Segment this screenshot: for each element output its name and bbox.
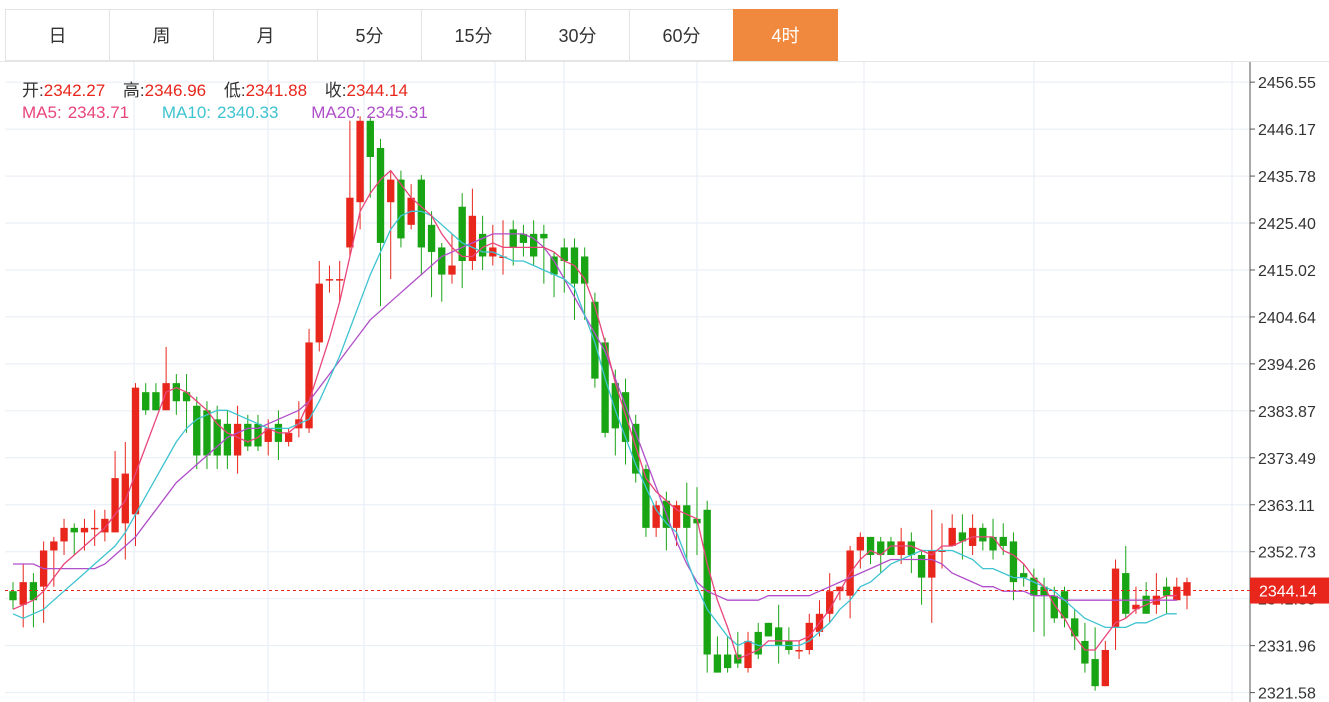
candle-body: [417, 179, 426, 248]
candle-body: [172, 383, 181, 402]
candle-body: [448, 265, 456, 275]
y-tick-label: 2352.73: [1258, 545, 1316, 562]
ma10-value: 2340.33: [217, 103, 279, 122]
ma20-legend: MA20: 2345.31: [311, 103, 442, 122]
candle-body: [376, 147, 385, 243]
candle-body: [111, 478, 119, 533]
close-value: 2344.14: [346, 81, 408, 100]
candle-body: [774, 627, 783, 646]
ma10-label: MA10:: [161, 103, 212, 122]
candle-body: [764, 622, 773, 637]
ohlc-readout: 开:2342.27 高:2346.96 低:2341.88 收:2344.14: [22, 76, 421, 101]
candle-body: [193, 405, 201, 456]
low-value: 2341.88: [245, 81, 308, 100]
y-tick-label: 2425.40: [1258, 216, 1316, 233]
candle-body: [131, 387, 140, 515]
candle-body: [142, 392, 150, 411]
candle-body: [1162, 586, 1171, 596]
candle-body: [989, 536, 997, 551]
candle-body: [856, 536, 864, 551]
candle-body: [162, 383, 170, 411]
ma5-legend: MA5: 2343.71: [22, 103, 143, 122]
candle-body: [233, 423, 242, 456]
candle-body: [336, 279, 344, 281]
ma20-label: MA20:: [311, 103, 361, 122]
ma10-legend: MA10: 2340.33: [162, 103, 293, 122]
ma10-line: [12, 210, 1177, 647]
candle-body: [50, 541, 58, 551]
high-label: 高:: [122, 81, 145, 100]
candle-body: [203, 410, 211, 456]
close-label: 收:: [324, 81, 347, 100]
y-tick-label: 2321.58: [1258, 686, 1316, 702]
ma5-value: 2343.71: [67, 103, 130, 122]
candle-body: [1081, 640, 1089, 664]
candle-body: [80, 527, 89, 533]
ma-legend: MA5: 2343.71 MA10: 2340.33 MA20: 2345.31: [22, 103, 456, 123]
candle-body: [152, 392, 160, 411]
high-value: 2346.96: [144, 81, 207, 100]
candle-body: [90, 527, 99, 530]
y-tick-label: 2363.11: [1258, 498, 1315, 515]
candle-body: [999, 536, 1007, 546]
candle-body: [979, 527, 987, 542]
candle-body: [19, 582, 27, 605]
ma5-label: MA5:: [22, 103, 62, 122]
y-tick-label: 2373.49: [1258, 451, 1316, 468]
candle-body: [315, 283, 323, 343]
y-tick-label: 2446.17: [1258, 122, 1316, 139]
candle-body: [703, 509, 711, 655]
y-tick-label: 2404.64: [1258, 310, 1316, 327]
candle-body: [1122, 573, 1130, 614]
y-tick-label: 2331.96: [1258, 639, 1316, 656]
y-tick-label: 2415.02: [1258, 263, 1316, 280]
candle-body: [795, 649, 803, 652]
candle-body: [1071, 618, 1079, 637]
candle-body: [713, 654, 722, 673]
candle-body: [540, 233, 548, 239]
candle-body: [438, 247, 446, 275]
candle-body: [325, 279, 334, 281]
candle-body: [366, 120, 374, 157]
candle-body: [897, 541, 905, 556]
candle-body: [1111, 568, 1120, 628]
candle-body: [672, 505, 681, 528]
y-tick-label: 2383.87: [1258, 404, 1316, 421]
candle-body: [948, 527, 956, 546]
y-tick-label: 2435.78: [1258, 169, 1316, 186]
candle-body: [121, 473, 129, 524]
candle-body: [509, 229, 517, 248]
candle-body: [213, 419, 221, 456]
candle-body: [427, 224, 436, 252]
candle-body: [1091, 659, 1099, 687]
y-tick-label: 2456.55: [1258, 75, 1316, 92]
candle-body: [907, 541, 916, 556]
candle-body: [346, 197, 354, 248]
last-price-label: 2344.14: [1259, 584, 1317, 601]
ma5-line: [12, 169, 1177, 660]
candle-body: [60, 527, 68, 542]
candle-body: [356, 120, 364, 203]
low-label: 低:: [223, 81, 246, 100]
candle-body: [244, 423, 252, 447]
candle-body: [182, 392, 191, 402]
candle-body: [917, 555, 926, 578]
candle-body: [458, 206, 466, 262]
open-label: 开:: [22, 81, 44, 100]
y-tick-label: 2394.26: [1258, 357, 1316, 374]
candle-body: [1101, 649, 1110, 687]
ma20-value: 2345.31: [366, 103, 428, 122]
candle-body: [1183, 582, 1191, 596]
candle-body: [683, 505, 691, 528]
candle-body: [723, 654, 732, 669]
candle-body: [1019, 573, 1028, 578]
candle-body: [70, 527, 78, 533]
candle-body: [9, 591, 17, 601]
open-value: 2342.27: [43, 81, 106, 100]
candle-body: [826, 591, 834, 614]
candle-body: [387, 179, 395, 203]
candle-body: [1173, 586, 1181, 601]
candle-body: [284, 432, 293, 442]
